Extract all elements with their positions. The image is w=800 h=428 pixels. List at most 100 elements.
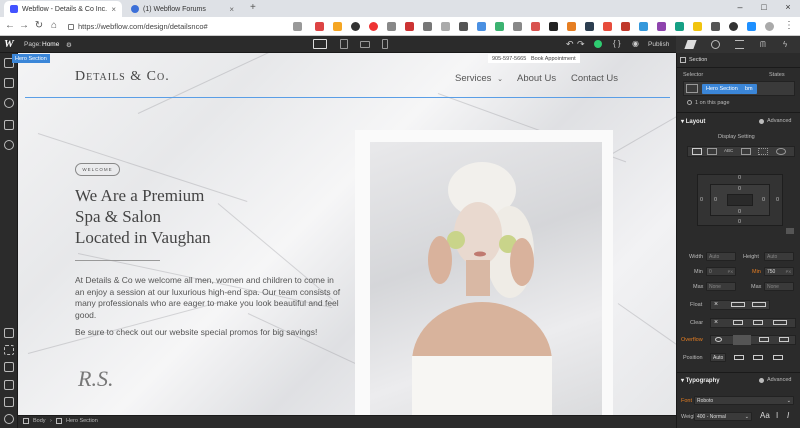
phone-number[interactable]: 905-597-5665 bbox=[488, 54, 531, 63]
padding-top-value[interactable]: 0 bbox=[738, 186, 741, 192]
tab-webflow-forums[interactable]: (1) Webflow Forums × bbox=[125, 1, 240, 17]
overflow-visible-icon[interactable] bbox=[715, 337, 722, 342]
margin-top-value[interactable]: 0 bbox=[738, 175, 741, 181]
display-none-icon[interactable] bbox=[776, 148, 786, 155]
padding-left-value[interactable]: 0 bbox=[714, 197, 717, 203]
book-appointment-link[interactable]: Book Appointment bbox=[527, 54, 580, 63]
profile-icon[interactable] bbox=[765, 22, 774, 31]
reload-icon[interactable]: ↻ bbox=[33, 20, 45, 31]
mobile-landscape-icon[interactable] bbox=[360, 41, 370, 48]
undo-icon[interactable]: ↶ bbox=[566, 39, 574, 50]
close-window-icon[interactable]: × bbox=[776, 0, 800, 15]
padding-bottom-value[interactable]: 0 bbox=[738, 209, 741, 215]
pages-icon[interactable] bbox=[4, 78, 14, 88]
xray-icon[interactable] bbox=[4, 345, 14, 355]
overflow-hidden-icon[interactable] bbox=[733, 335, 751, 345]
max-width-input[interactable]: None bbox=[706, 282, 736, 291]
margin-left-value[interactable]: 0 bbox=[700, 197, 703, 203]
interactions-icon[interactable]: ᗰ bbox=[760, 40, 769, 49]
webflow-logo-icon[interactable]: W bbox=[4, 38, 14, 50]
margin-bottom-value[interactable]: 0 bbox=[738, 219, 741, 225]
display-inline-icon[interactable]: ABC bbox=[724, 148, 733, 153]
breadcrumb-item-hero-section[interactable]: Hero Section bbox=[66, 418, 98, 424]
redo-icon[interactable]: ↷ bbox=[577, 39, 585, 50]
bookmark-star-icon[interactable] bbox=[293, 22, 302, 31]
extension-icon[interactable] bbox=[729, 22, 738, 31]
new-tab-icon[interactable]: + bbox=[250, 2, 256, 13]
float-none-icon[interactable]: × bbox=[714, 301, 718, 308]
tab-webflow-designer[interactable]: Webflow - Details & Co Inc. × bbox=[4, 1, 122, 17]
extension-icon[interactable] bbox=[711, 22, 720, 31]
font-size-icon[interactable]: Aa bbox=[760, 411, 770, 420]
extension-icon[interactable] bbox=[351, 22, 360, 31]
layout-section-toggle[interactable]: ▾ Layout bbox=[681, 118, 705, 125]
text-cursor-icon[interactable]: I bbox=[776, 411, 778, 420]
audit-icon[interactable] bbox=[4, 397, 14, 407]
overflow-auto-icon[interactable] bbox=[779, 337, 789, 342]
typography-section-toggle[interactable]: ▾ Typography bbox=[681, 377, 720, 384]
extension-icon[interactable] bbox=[603, 22, 612, 31]
advanced-toggle-icon[interactable] bbox=[759, 378, 764, 383]
breadcrumb-item-body[interactable]: Body bbox=[33, 418, 46, 424]
page-settings-icon[interactable]: ⚙ bbox=[66, 41, 72, 49]
nav-link-services[interactable]: Services ⌄ bbox=[455, 73, 503, 84]
home-icon[interactable]: ⌂ bbox=[48, 20, 60, 31]
navigator-icon[interactable] bbox=[4, 362, 14, 372]
cms-icon[interactable] bbox=[4, 98, 14, 108]
element-settings-icon[interactable] bbox=[711, 40, 720, 49]
clear-right-icon[interactable] bbox=[753, 320, 763, 325]
width-input[interactable]: Auto bbox=[706, 252, 736, 261]
settings-icon[interactable] bbox=[4, 140, 14, 150]
position-relative-icon[interactable] bbox=[734, 355, 744, 360]
page-name[interactable]: Home bbox=[42, 41, 59, 48]
select-tool-icon[interactable] bbox=[4, 328, 14, 338]
mobile-portrait-icon[interactable] bbox=[382, 39, 388, 49]
extension-icon[interactable] bbox=[639, 22, 648, 31]
height-input[interactable]: Auto bbox=[764, 252, 794, 261]
nav-link-contact[interactable]: Contact Us bbox=[571, 73, 618, 84]
menu-icon[interactable]: ⋮ bbox=[783, 20, 795, 31]
extension-icon[interactable] bbox=[387, 22, 396, 31]
style-manager-icon[interactable] bbox=[4, 380, 14, 390]
position-fixed-icon[interactable] bbox=[773, 355, 783, 360]
extension-icon[interactable] bbox=[567, 22, 576, 31]
extension-icon[interactable] bbox=[441, 22, 450, 31]
italic-icon[interactable]: I bbox=[787, 411, 789, 420]
hero-photo[interactable] bbox=[370, 142, 602, 422]
float-right-icon[interactable] bbox=[752, 302, 766, 307]
font-family-select[interactable]: Roboto ⌄ bbox=[694, 396, 794, 405]
nav-link-about[interactable]: About Us bbox=[517, 73, 556, 84]
extension-icon[interactable] bbox=[585, 22, 594, 31]
class-chip[interactable]: bm bbox=[741, 84, 757, 94]
extension-icon[interactable] bbox=[315, 22, 324, 31]
states-dropdown[interactable]: States bbox=[769, 72, 785, 78]
extension-icon[interactable] bbox=[747, 22, 756, 31]
extension-icon[interactable] bbox=[477, 22, 486, 31]
extension-icon[interactable] bbox=[621, 22, 630, 31]
forward-icon[interactable]: → bbox=[18, 20, 30, 31]
more-options-icon[interactable] bbox=[786, 228, 794, 234]
advanced-label[interactable]: Advanced bbox=[767, 377, 791, 383]
display-block-icon[interactable] bbox=[692, 148, 702, 155]
advanced-label[interactable]: Advanced bbox=[767, 118, 791, 124]
padding-right-value[interactable]: 0 bbox=[762, 197, 765, 203]
extension-icon[interactable] bbox=[513, 22, 522, 31]
min-width-input[interactable]: 0 PX bbox=[706, 267, 736, 276]
display-grid-icon[interactable] bbox=[758, 148, 768, 155]
extension-icon[interactable] bbox=[369, 22, 378, 31]
minimize-icon[interactable]: – bbox=[728, 0, 752, 15]
code-icon[interactable]: { } bbox=[613, 39, 621, 48]
extension-icon[interactable] bbox=[693, 22, 702, 31]
style-manager-tab-icon[interactable] bbox=[735, 40, 744, 49]
extension-icon[interactable] bbox=[549, 22, 558, 31]
close-icon[interactable]: × bbox=[111, 5, 116, 14]
extension-icon[interactable] bbox=[495, 22, 504, 31]
extension-icon[interactable] bbox=[423, 22, 432, 31]
overflow-scroll-icon[interactable] bbox=[759, 337, 769, 342]
position-auto-button[interactable]: Auto bbox=[710, 353, 726, 362]
maximize-icon[interactable]: □ bbox=[752, 0, 776, 15]
tablet-view-icon[interactable] bbox=[340, 39, 348, 49]
display-flex-icon[interactable] bbox=[741, 148, 751, 155]
extension-icon[interactable] bbox=[531, 22, 540, 31]
site-logo[interactable]: Details & Co. bbox=[75, 69, 170, 85]
